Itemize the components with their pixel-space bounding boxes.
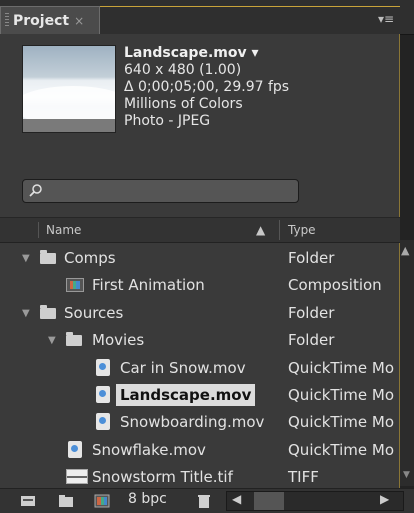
quicktime-icon xyxy=(96,359,110,376)
scroll-up-arrow-icon[interactable]: ▲ xyxy=(401,244,409,257)
item-type: Composition xyxy=(288,276,382,294)
quicktime-icon xyxy=(68,441,82,458)
item-name: First Animation xyxy=(92,276,205,294)
sort-ascending-icon[interactable]: ▲ xyxy=(256,223,265,237)
item-name: Snowflake.mov xyxy=(92,441,206,459)
interpret-footage-icon[interactable] xyxy=(20,494,36,508)
search-icon xyxy=(29,184,42,197)
project-item-row[interactable]: First Animation Composition xyxy=(0,272,400,298)
search-input[interactable] xyxy=(22,179,299,203)
footage-name[interactable]: Landscape.mov ▾ xyxy=(124,45,289,62)
tab-project[interactable]: Project × xyxy=(0,6,100,34)
footage-duration: Δ 0;00;05;00, 29.97 fps xyxy=(124,79,290,95)
footage-colors: Millions of Colors xyxy=(124,96,243,112)
item-name: Movies xyxy=(92,331,145,349)
composition-icon xyxy=(66,278,84,292)
column-header: Name ▲ Type xyxy=(0,217,400,243)
expand-triangle-icon[interactable]: ▼ xyxy=(22,308,30,319)
footage-thumbnail xyxy=(22,45,116,133)
folder-icon xyxy=(40,305,56,319)
item-type: Folder xyxy=(288,249,335,267)
project-item-row[interactable]: ▼ Movies Folder xyxy=(0,327,400,353)
thumbnail-shadow xyxy=(23,119,115,132)
bit-depth-button[interactable]: 8 bpc xyxy=(128,491,167,507)
project-item-row[interactable]: ▼ Comps Folder xyxy=(0,245,400,271)
horizontal-scrollbar[interactable] xyxy=(226,491,404,511)
footage-dimensions: 640 x 480 (1.00) xyxy=(124,62,242,78)
scroll-down-arrow-icon[interactable]: ▼ xyxy=(403,470,410,480)
quicktime-icon xyxy=(96,386,110,403)
project-item-row[interactable]: Snowstorm Title.tif TIFF xyxy=(0,464,400,490)
footage-info: Landscape.mov ▾ 640 x 480 (1.00) Δ 0;00;… xyxy=(124,45,289,130)
project-item-row[interactable]: Snowboarding.mov QuickTime Mo xyxy=(0,409,400,435)
item-name: Snowboarding.mov xyxy=(120,413,265,431)
item-name: Car in Snow.mov xyxy=(120,359,246,377)
tiff-icon xyxy=(66,469,88,484)
quicktime-icon xyxy=(96,413,110,430)
header-divider xyxy=(38,222,39,238)
item-type: QuickTime Mo xyxy=(288,413,395,431)
close-icon[interactable]: × xyxy=(74,14,84,28)
expand-triangle-icon[interactable]: ▼ xyxy=(48,335,56,346)
project-item-row[interactable]: Car in Snow.mov QuickTime Mo xyxy=(0,355,400,381)
trash-icon[interactable] xyxy=(196,494,212,508)
folder-icon xyxy=(66,332,82,346)
horizontal-scroll-thumb[interactable] xyxy=(254,492,284,510)
scroll-right-arrow-icon[interactable]: ▶ xyxy=(380,492,389,506)
expand-triangle-icon[interactable]: ▼ xyxy=(22,253,30,264)
item-name: Landscape.mov xyxy=(116,384,256,406)
item-name: Sources xyxy=(64,304,124,322)
item-type: Folder xyxy=(288,304,335,322)
column-type-header[interactable]: Type xyxy=(288,223,316,237)
project-item-row[interactable]: Snowflake.mov QuickTime Mo xyxy=(0,437,400,463)
tab-grip[interactable] xyxy=(5,13,9,27)
tab-project-label: Project xyxy=(13,12,70,29)
item-type: QuickTime Mo xyxy=(288,359,395,377)
panel-tab-bar: Project × ▾≡ xyxy=(0,0,414,35)
project-item-row[interactable]: ▼ Sources Folder xyxy=(0,300,400,326)
vertical-scrollbar[interactable] xyxy=(400,240,414,486)
item-type: Folder xyxy=(288,331,335,349)
item-type: QuickTime Mo xyxy=(288,441,395,459)
project-panel: Landscape.mov ▾ 640 x 480 (1.00) Δ 0;00;… xyxy=(0,34,400,512)
scroll-left-arrow-icon[interactable]: ◀ xyxy=(232,492,241,506)
tab-strip xyxy=(100,6,400,34)
new-folder-icon[interactable] xyxy=(58,494,74,508)
panel-menu-icon[interactable]: ▾≡ xyxy=(378,12,394,26)
item-type: TIFF xyxy=(288,468,319,486)
project-item-row-selected[interactable]: Landscape.mov QuickTime Mo xyxy=(0,382,400,408)
new-composition-icon[interactable] xyxy=(94,494,110,508)
item-name: Snowstorm Title.tif xyxy=(92,468,233,486)
panel-footer: 8 bpc ◀ ▶ xyxy=(0,488,414,513)
folder-icon xyxy=(40,250,56,264)
footage-codec: Photo - JPEG xyxy=(124,113,211,129)
item-type: QuickTime Mo xyxy=(288,386,395,404)
column-divider[interactable] xyxy=(279,220,280,240)
column-name-header[interactable]: Name xyxy=(46,223,81,237)
item-name: Comps xyxy=(64,249,116,267)
